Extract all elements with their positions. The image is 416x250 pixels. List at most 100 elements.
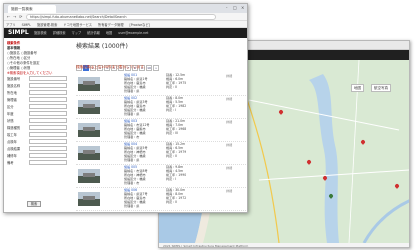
- item-details-a: 施設 002 路線名 : 県道3号 所在地 : 鹿島市 施設区分 : 橋梁 管理者 : …: [124, 96, 148, 116]
- sidebar-field-row: 点検結果: [7, 146, 71, 153]
- sidebar-field-row: 備考: [7, 160, 71, 167]
- sidebar-field-input[interactable]: [29, 125, 67, 130]
- address-bar[interactable]: https://simpl.futo.akumanetlabo.net/Sear…: [26, 14, 216, 20]
- list-item[interactable]: 施設 002 路線名 : 県道3号 所在地 : 鹿島市 施設区分 : 橋梁 管理者 : …: [76, 96, 246, 119]
- item-details-b: 延長 : 9.8m 幅員 : 4.5m 竣工年 : 1990 判定 : I: [166, 165, 186, 181]
- item-attribute: 管理者 : 県: [124, 89, 140, 93]
- bookmark-item[interactable]: 所有者データ管理: [98, 22, 124, 27]
- item-details-a: 施設 003 路線名 : 市道12号 所在地 : 鹿嶋市 施設区分 : 橋梁 管理者 :…: [124, 119, 150, 139]
- bookmark-item[interactable]: SIMPL: [22, 23, 31, 27]
- search-button[interactable]: 検索: [27, 201, 41, 207]
- browser-window: 施設一覧検索 - □ × ← → ⟳ https://simpl.futo.ak…: [3, 3, 248, 213]
- sidebar-field-row: 管理者: [7, 97, 71, 104]
- sidebar-field-row: 年度: [7, 111, 71, 118]
- item-attribute: 管理者 : 県: [124, 158, 140, 162]
- item-detail-link[interactable]: 詳細: [226, 165, 232, 170]
- list-item[interactable]: 施設 003 路線名 : 市道12号 所在地 : 鹿嶋市 施設区分 : 橋梁 管理者 :…: [76, 119, 246, 142]
- item-details-a: 施設 005 路線名 : 市道8号 所在地 : 神栖市 施設区分 : 橋梁 管理者 : …: [124, 165, 148, 185]
- page-link[interactable]: »: [153, 65, 159, 71]
- item-attribute: 判定 : I: [166, 177, 177, 181]
- thumbnail-ground: [78, 130, 100, 137]
- nav-item[interactable]: 地図: [106, 31, 112, 35]
- item-details-a: 施設 004 路線名 : 県道5号 所在地 : 神栖市 施設区分 : 橋梁 管理者 : …: [124, 142, 148, 162]
- list-item[interactable]: 施設 004 路線名 : 県道5号 所在地 : 神栖市 施設区分 : 橋梁 管理者 : …: [76, 142, 246, 165]
- sidebar-field-label: 施設番号: [7, 77, 21, 81]
- map-view-button[interactable]: 地図: [351, 84, 364, 92]
- sidebar-field-input[interactable]: [29, 132, 67, 137]
- sidebar-field-row: 竣工年: [7, 132, 71, 139]
- item-detail-link[interactable]: 詳細: [226, 188, 232, 193]
- item-detail-link[interactable]: 詳細: [226, 119, 232, 124]
- item-attribute: 判定 : II: [166, 85, 178, 89]
- sidebar-field-input[interactable]: [29, 139, 67, 144]
- bookmark-item[interactable]: ドコモ地図サービス: [63, 22, 92, 27]
- facility-thumbnail[interactable]: [78, 146, 100, 160]
- nav-item[interactable]: 統計情報: [87, 31, 100, 35]
- nav-item-user[interactable]: user@example.net: [118, 31, 148, 35]
- nav-item[interactable]: 施設検索: [34, 31, 47, 35]
- list-item[interactable]: 施設 006 路線名 : 県道7号 所在地 : 鹿島市 施設区分 : 橋梁 管理者 : …: [76, 188, 246, 211]
- item-details-b: 延長 : 8.0m 幅員 : 5.5m 竣工年 : 1982 判定 : I: [166, 96, 186, 112]
- bookmark-item[interactable]: [Proxiseなど]: [130, 22, 150, 27]
- sidebar-field-label: 構造種別: [7, 126, 21, 130]
- thumbnail-structure: [83, 196, 95, 200]
- item-details-b: 延長 : 30.0m 幅員 : 8.0m 竣工年 : 1972 判定 : II: [166, 188, 186, 204]
- item-details-b: 延長 : 12.5m 幅員 : 6.0m 竣工年 : 1975 判定 : II: [166, 73, 186, 89]
- minimize-icon[interactable]: -: [226, 5, 227, 10]
- search-sidebar: 検索条件 基本情報 ○施設名 ○施設番号 ○所在地 ○区分 ○その他の条件を設定…: [7, 41, 71, 211]
- sidebar-field-label: 状態: [7, 119, 14, 123]
- sidebar-field-label: 年度: [7, 112, 14, 116]
- list-item[interactable]: 施設 005 路線名 : 市道8号 所在地 : 神栖市 施設区分 : 橋梁 管理者 : …: [76, 165, 246, 188]
- sidebar-field-input[interactable]: [29, 104, 67, 109]
- item-details-a: 施設 001 路線名 : 県道1号 所在地 : 鹿島市 施設区分 : 橋梁 管理者 : …: [124, 73, 148, 93]
- sidebar-field-input[interactable]: [29, 160, 67, 165]
- reload-icon[interactable]: ⟳: [19, 14, 22, 20]
- back-icon[interactable]: ←: [7, 14, 10, 20]
- sidebar-field-label: 竣工年: [7, 133, 17, 137]
- item-detail-link[interactable]: 詳細: [226, 96, 232, 101]
- facility-thumbnail[interactable]: [78, 169, 100, 183]
- browser-tab[interactable]: 施設一覧検索: [8, 5, 56, 13]
- facility-thumbnail[interactable]: [78, 77, 100, 91]
- bookmark-item[interactable]: アプリ: [6, 22, 16, 27]
- sidebar-field-row: 補修年: [7, 153, 71, 160]
- satellite-view-button[interactable]: 航空写真: [371, 84, 391, 92]
- sidebar-field-label: 施設名称: [7, 84, 21, 88]
- results-title: 検索結果 (1000件): [76, 43, 128, 50]
- browser-titlebar: 施設一覧検索 - □ ×: [4, 4, 247, 13]
- facility-thumbnail[interactable]: [78, 123, 100, 137]
- bookmarks-bar: アプリ SIMPL 施設管理-検索 ドコモ地図サービス 所有者データ管理 [Pr…: [4, 21, 247, 28]
- sidebar-field-input[interactable]: [29, 111, 67, 116]
- sidebar-field-label: 点検年: [7, 140, 17, 144]
- item-detail-link[interactable]: 詳細: [226, 142, 232, 147]
- sidebar-field-input[interactable]: [29, 97, 67, 102]
- facility-thumbnail[interactable]: [78, 192, 100, 206]
- sidebar-fields: 施設番号 施設名称 所在地 管理者 区分 年度 状態 構造種別 竣工年 点検年 点検結果 補修年 備考: [7, 76, 71, 167]
- item-attribute: 管理者 : 市: [124, 181, 140, 185]
- thumbnail-structure: [83, 104, 95, 108]
- sidebar-field-input[interactable]: [29, 83, 67, 88]
- sidebar-field-label: 所在地: [7, 91, 17, 95]
- thumbnail-ground: [78, 153, 100, 160]
- thumbnail-structure: [83, 150, 95, 154]
- nav-item[interactable]: マップ: [72, 31, 82, 35]
- bookmark-item[interactable]: 施設管理-検索: [37, 22, 57, 27]
- sidebar-field-input[interactable]: [29, 153, 67, 158]
- maximize-icon[interactable]: □: [233, 5, 237, 10]
- sidebar-field-row: 施設名称: [7, 83, 71, 90]
- item-detail-link[interactable]: 詳細: [226, 73, 232, 78]
- forward-icon[interactable]: →: [13, 14, 16, 20]
- sidebar-field-input[interactable]: [29, 90, 67, 95]
- list-item[interactable]: 施設 001 路線名 : 県道1号 所在地 : 鹿島市 施設区分 : 橋梁 管理者 : …: [76, 73, 246, 96]
- site-logo[interactable]: SIMPL: [8, 29, 29, 36]
- sidebar-field-label: 補修年: [7, 154, 17, 158]
- close-icon[interactable]: ×: [241, 5, 244, 10]
- sidebar-field-input[interactable]: [29, 118, 67, 123]
- sidebar-field-input[interactable]: [29, 146, 67, 151]
- nav-item[interactable]: 詳細検索: [53, 31, 66, 35]
- sidebar-field-input[interactable]: [29, 76, 67, 81]
- facility-thumbnail[interactable]: [78, 100, 100, 114]
- item-attribute: 管理者 : 県: [124, 204, 140, 208]
- sidebar-field-label: 点検結果: [7, 147, 21, 151]
- thumbnail-ground: [78, 199, 100, 206]
